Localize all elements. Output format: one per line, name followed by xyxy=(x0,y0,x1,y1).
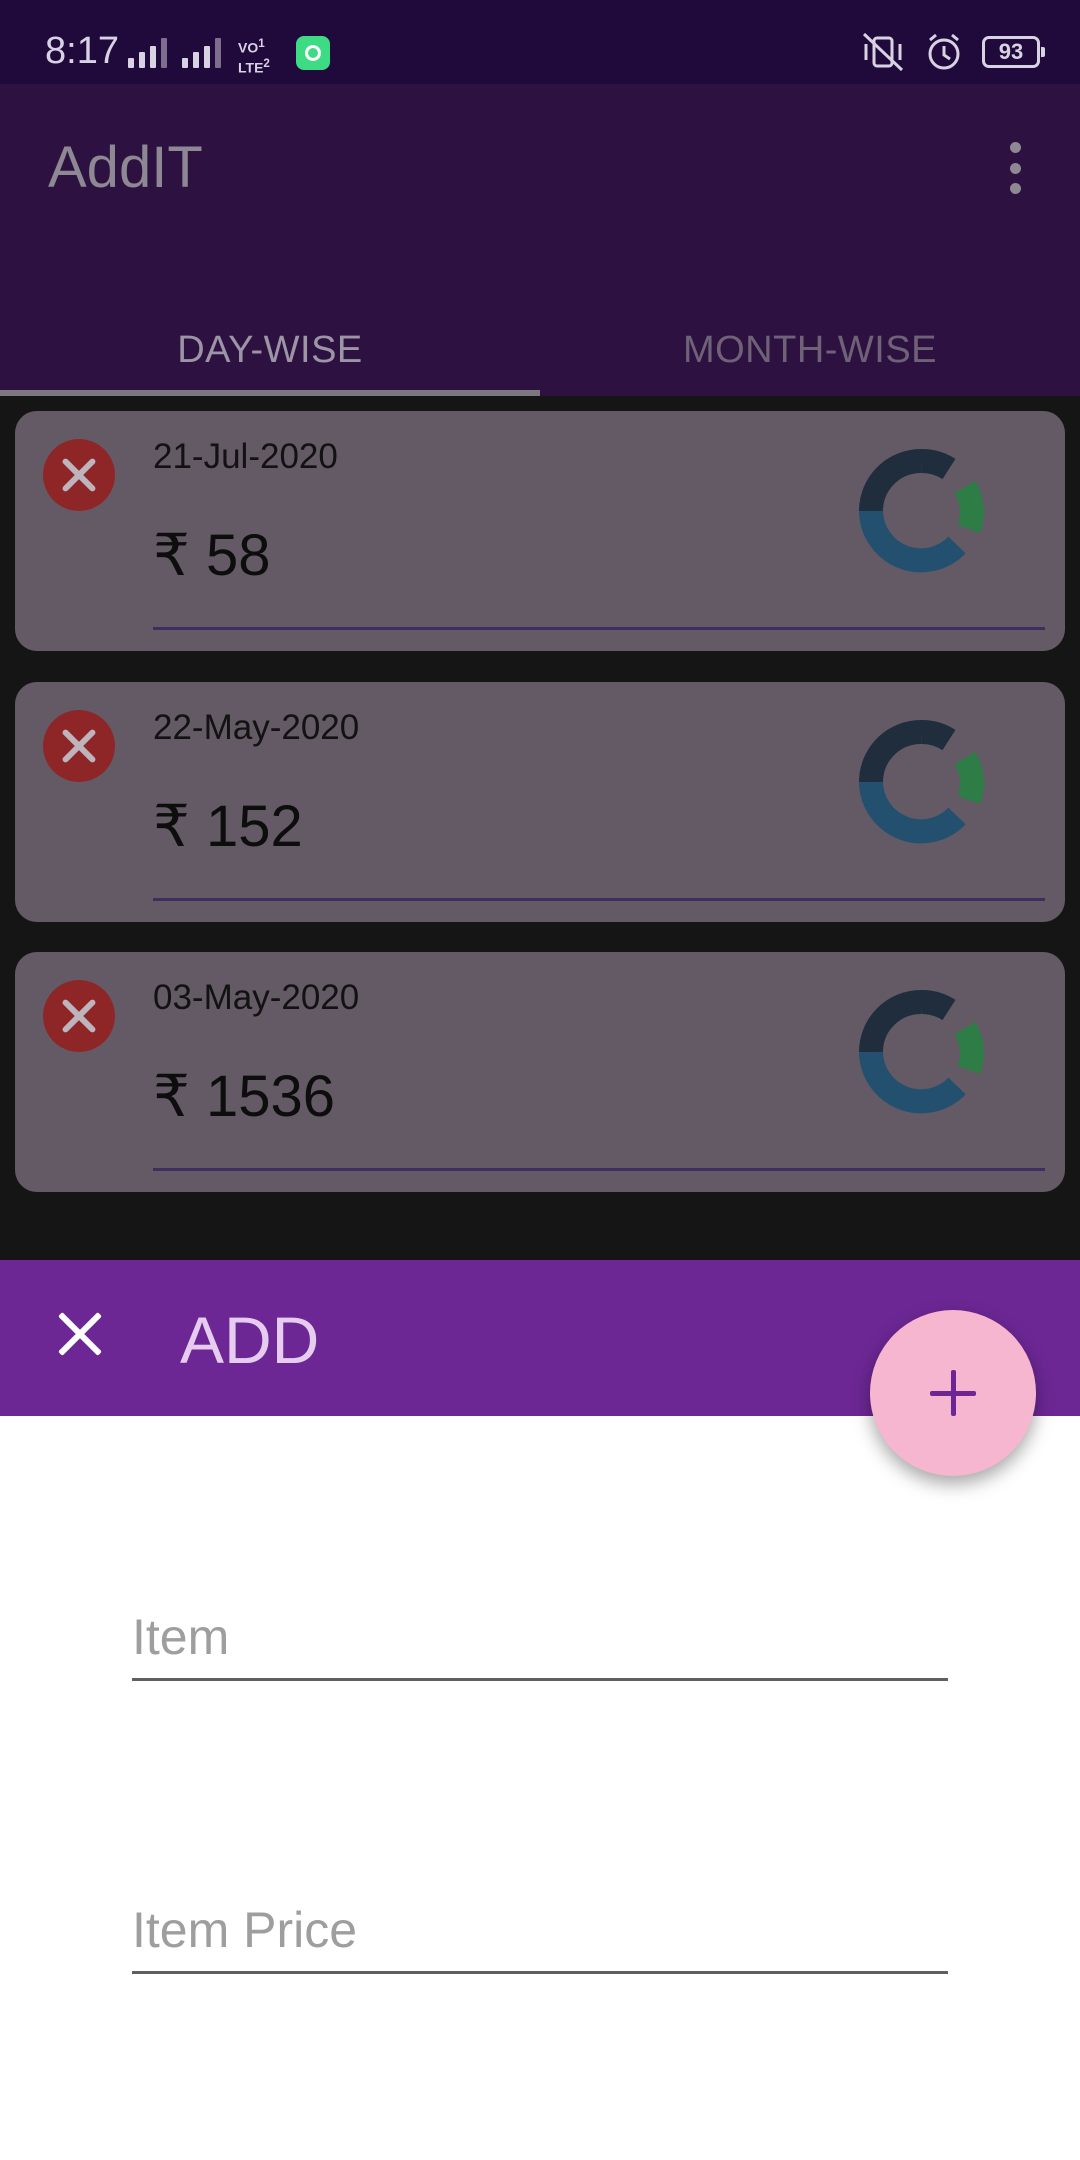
item-underline xyxy=(132,1678,948,1681)
signal-1-icon xyxy=(128,36,167,68)
tab-bar: DAY-WISE MONTH-WISE xyxy=(0,304,1080,396)
app-bar: AddIT DAY-WISE MONTH-WISE xyxy=(0,84,1080,396)
entry-date: 22-May-2020 xyxy=(153,708,360,747)
vibrate-icon xyxy=(862,32,904,72)
tab-indicator xyxy=(0,390,540,396)
item-input[interactable] xyxy=(132,1608,948,1678)
item-price-field xyxy=(132,1901,948,1974)
tab-month-wise[interactable]: MONTH-WISE xyxy=(540,304,1080,396)
item-price-input[interactable] xyxy=(132,1901,948,1971)
status-bar: 8:17 VO1 LTE2 93 xyxy=(0,0,1080,84)
entry-date: 21-Jul-2020 xyxy=(153,437,338,476)
entry-amount: ₹ 152 xyxy=(153,794,303,859)
divider xyxy=(153,627,1045,630)
list-item[interactable]: 22-May-2020 ₹ 152 xyxy=(15,682,1065,922)
signal-2-icon xyxy=(182,36,221,68)
add-sheet-body xyxy=(0,1416,1080,2160)
donut-chart-icon xyxy=(859,720,984,844)
add-button[interactable] xyxy=(870,1310,1036,1476)
entry-amount: ₹ 1536 xyxy=(153,1064,336,1129)
battery-icon: 93 xyxy=(982,36,1045,68)
list-item[interactable]: 21-Jul-2020 ₹ 58 xyxy=(15,411,1065,651)
entry-amount: ₹ 58 xyxy=(153,523,271,588)
donut-chart-icon xyxy=(859,990,984,1114)
app-title: AddIT xyxy=(48,135,203,200)
divider xyxy=(153,898,1045,901)
divider xyxy=(153,1168,1045,1171)
status-time: 8:17 xyxy=(45,30,119,72)
delete-icon[interactable] xyxy=(43,710,115,782)
delete-icon[interactable] xyxy=(43,980,115,1052)
alarm-icon xyxy=(928,33,960,70)
item-field xyxy=(132,1608,948,1681)
delete-icon[interactable] xyxy=(43,439,115,511)
entry-date: 03-May-2020 xyxy=(153,978,360,1017)
donut-chart-icon xyxy=(859,449,984,573)
sheet-title: ADD xyxy=(180,1303,320,1377)
tab-day-wise[interactable]: DAY-WISE xyxy=(0,304,540,396)
volte-lte-icon: VO1 LTE2 xyxy=(238,37,270,76)
overflow-menu-icon[interactable] xyxy=(1008,142,1022,194)
item-price-underline xyxy=(132,1971,948,1974)
app-notification-icon xyxy=(296,36,330,70)
list-item[interactable]: 03-May-2020 ₹ 1536 xyxy=(15,952,1065,1192)
close-icon[interactable] xyxy=(56,1310,104,1358)
